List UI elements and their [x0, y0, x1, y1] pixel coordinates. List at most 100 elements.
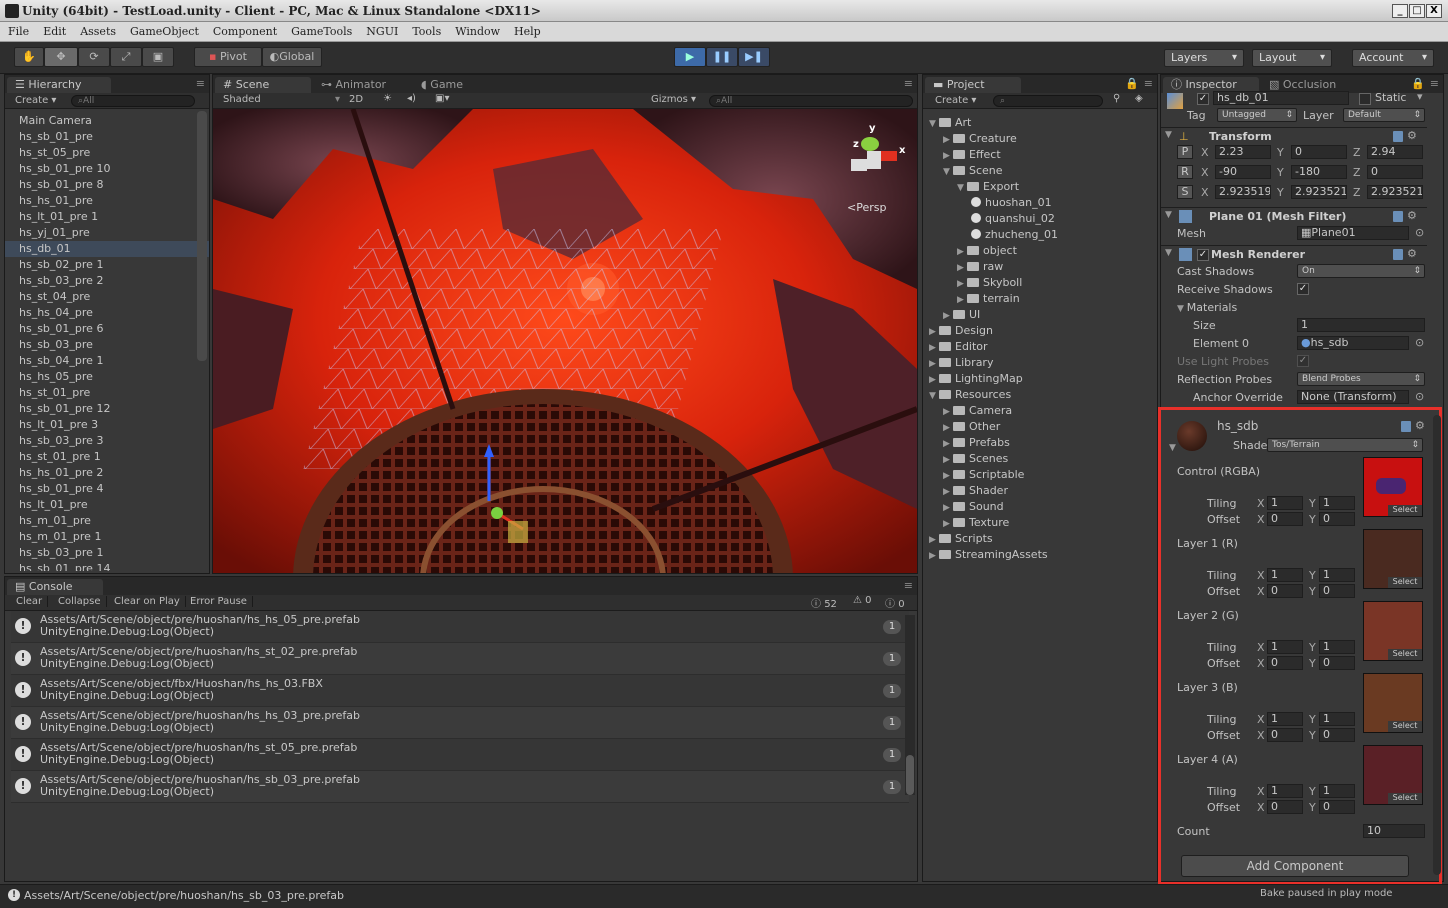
hierarchy-item[interactable]: hs_db_01: [5, 241, 209, 257]
play-button[interactable]: ▶: [674, 47, 706, 67]
mesh-field[interactable]: ▦Plane01: [1297, 226, 1409, 240]
transform-p-y-field[interactable]: 0: [1291, 145, 1347, 159]
texture-ox-field[interactable]: 0: [1267, 656, 1303, 670]
console-entry[interactable]: ! Assets/Art/Scene/object/pre/huoshan/hs_…: [11, 739, 909, 771]
receive-shadows-checkbox[interactable]: ✓: [1297, 283, 1309, 295]
hierarchy-item[interactable]: hs_sb_01_pre 10: [5, 161, 209, 177]
transform-r-reset-button[interactable]: R: [1177, 165, 1193, 179]
project-item[interactable]: ▶ Effect: [923, 147, 1157, 163]
texture-ox-field[interactable]: 0: [1267, 800, 1303, 814]
2d-toggle[interactable]: 2D: [349, 94, 363, 105]
materials-label[interactable]: ▼ Materials: [1177, 301, 1237, 314]
texture-select-button[interactable]: Select: [1388, 721, 1422, 732]
console-clear-button[interactable]: Clear: [11, 596, 49, 607]
expand-arrow-right-icon[interactable]: ▶: [943, 132, 953, 148]
expand-arrow-right-icon[interactable]: ▶: [929, 356, 939, 372]
hierarchy-item[interactable]: hs_hs_05_pre: [5, 369, 209, 385]
hierarchy-item[interactable]: hs_m_01_pre: [5, 513, 209, 529]
expand-arrow-down-icon[interactable]: ▼: [929, 388, 939, 404]
gear-icon[interactable]: ⚙: [1407, 248, 1419, 260]
hierarchy-item[interactable]: hs_st_04_pre: [5, 289, 209, 305]
object-picker-icon[interactable]: ⊙: [1415, 390, 1424, 403]
tag-dropdown[interactable]: Untagged: [1217, 108, 1297, 122]
project-item[interactable]: ▼ Export: [923, 179, 1157, 195]
expand-arrow-down-icon[interactable]: ▼: [943, 164, 953, 180]
project-item[interactable]: ▶ Creature: [923, 131, 1157, 147]
static-checkbox[interactable]: [1359, 93, 1371, 105]
hierarchy-item[interactable]: hs_st_05_pre: [5, 145, 209, 161]
hand-tool-button[interactable]: ✋: [14, 47, 44, 67]
texture-ty-field[interactable]: 1: [1319, 712, 1355, 726]
tab-game[interactable]: ◖ Game: [413, 77, 509, 93]
status-message[interactable]: Assets/Art/Scene/object/pre/huoshan/hs_s…: [24, 889, 344, 902]
project-item[interactable]: ▶ Texture: [923, 515, 1157, 531]
help-book-icon[interactable]: [1393, 249, 1403, 260]
project-item[interactable]: ▶ Prefabs: [923, 435, 1157, 451]
hierarchy-item[interactable]: hs_sb_01_pre: [5, 129, 209, 145]
project-item[interactable]: ▼ Art: [923, 115, 1157, 131]
panel-menu-icon[interactable]: ≡: [1430, 77, 1439, 90]
project-item[interactable]: ▶ Camera: [923, 403, 1157, 419]
tab-console[interactable]: ▤ Console: [7, 579, 103, 595]
menu-file[interactable]: File: [0, 22, 35, 38]
texture-oy-field[interactable]: 0: [1319, 728, 1355, 742]
console-error-pause-button[interactable]: Error Pause: [185, 596, 253, 607]
texture-select-button[interactable]: Select: [1388, 505, 1422, 516]
project-item[interactable]: ▶ Skyboll: [923, 275, 1157, 291]
expand-arrow-right-icon[interactable]: ▶: [943, 308, 953, 324]
shader-dropdown[interactable]: Tos/Terrain: [1267, 438, 1423, 452]
project-item[interactable]: ▶ Scriptable: [923, 467, 1157, 483]
meshrenderer-enabled-checkbox[interactable]: ✓: [1197, 249, 1209, 261]
project-item[interactable]: ▶ Scenes: [923, 451, 1157, 467]
reflection-probes-dropdown[interactable]: Blend Probes: [1297, 372, 1425, 386]
scene-viewport[interactable]: y x z <Persp: [213, 109, 917, 573]
console-scrollbar[interactable]: [906, 755, 914, 795]
console-entry[interactable]: ! Assets/Art/Scene/object/pre/huoshan/hs_…: [11, 771, 909, 803]
pause-button[interactable]: ❚❚: [706, 47, 738, 67]
transform-s-x-field[interactable]: 2.923519: [1215, 185, 1271, 199]
texture-oy-field[interactable]: 0: [1319, 800, 1355, 814]
expand-arrow-right-icon[interactable]: ▶: [929, 532, 939, 548]
shaded-dropdown[interactable]: Shaded: [223, 94, 261, 105]
transform-p-z-field[interactable]: 2.94: [1367, 145, 1423, 159]
expand-arrow-right-icon[interactable]: ▶: [943, 420, 953, 436]
texture-select-button[interactable]: Select: [1388, 649, 1422, 660]
hierarchy-item[interactable]: hs_sb_03_pre: [5, 337, 209, 353]
fold-arrow-icon[interactable]: ▼: [1165, 248, 1172, 258]
gear-icon[interactable]: ⚙: [1407, 210, 1419, 222]
object-picker-icon[interactable]: ⊙: [1415, 336, 1424, 349]
texture-ox-field[interactable]: 0: [1267, 584, 1303, 598]
texture-select-button[interactable]: Select: [1388, 793, 1422, 804]
fold-arrow-icon[interactable]: ▼: [1165, 130, 1172, 140]
gear-icon[interactable]: ⚙: [1407, 130, 1419, 142]
layout-dropdown[interactable]: Layout: [1252, 49, 1332, 67]
step-button[interactable]: ▶❚: [738, 47, 770, 67]
scene-search-input[interactable]: ⌕All: [709, 95, 913, 107]
maximize-button[interactable]: □: [1409, 4, 1425, 18]
filter-label-icon[interactable]: ◈: [1135, 93, 1143, 104]
minimize-button[interactable]: _: [1392, 4, 1408, 18]
tab-scene[interactable]: # Scene: [215, 77, 311, 93]
project-item[interactable]: ▼ Resources: [923, 387, 1157, 403]
texture-oy-field[interactable]: 0: [1319, 656, 1355, 670]
log-filter-toggle[interactable]: ⓘ 52: [811, 595, 837, 610]
menu-component[interactable]: Component: [205, 22, 283, 38]
panel-menu-icon[interactable]: ≡: [904, 77, 913, 90]
hierarchy-item[interactable]: hs_m_01_pre 1: [5, 529, 209, 545]
gameobject-name-field[interactable]: hs_db_01: [1213, 91, 1349, 105]
hierarchy-item[interactable]: hs_sb_01_pre 6: [5, 321, 209, 337]
project-create-button[interactable]: Create ▾: [935, 95, 976, 106]
project-item[interactable]: ▶ raw: [923, 259, 1157, 275]
tab-project[interactable]: ▬ Project: [925, 77, 1021, 93]
element0-field[interactable]: ●hs_sdb: [1297, 336, 1409, 350]
transform-p-reset-button[interactable]: P: [1177, 145, 1193, 159]
effects-toggle-icon[interactable]: ▣▾: [435, 93, 449, 104]
expand-arrow-right-icon[interactable]: ▶: [957, 244, 967, 260]
lighting-toggle-icon[interactable]: ☀: [383, 93, 392, 104]
menu-gameobject[interactable]: GameObject: [122, 22, 205, 38]
hierarchy-item[interactable]: hs_lt_01_pre 1: [5, 209, 209, 225]
expand-arrow-down-icon[interactable]: ▼: [957, 180, 967, 196]
gizmo-center-icon[interactable]: [867, 151, 881, 169]
console-entry[interactable]: ! Assets/Art/Scene/object/pre/huoshan/hs_…: [11, 611, 909, 643]
hierarchy-item[interactable]: hs_sb_02_pre 1: [5, 257, 209, 273]
